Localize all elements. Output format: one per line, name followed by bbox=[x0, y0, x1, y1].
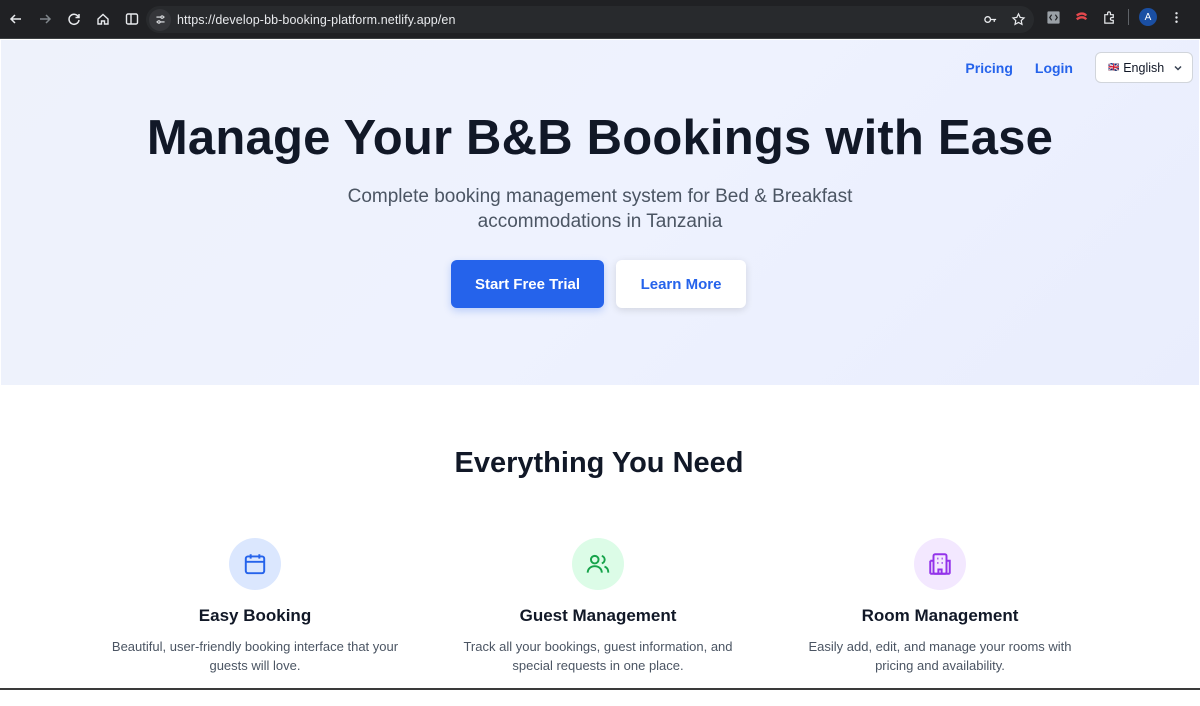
menu-kebab-icon[interactable] bbox=[1167, 8, 1185, 26]
features-title: Everything You Need bbox=[454, 447, 744, 479]
calendar-icon bbox=[244, 554, 266, 575]
side-panel-button[interactable] bbox=[119, 6, 145, 32]
feature-title: Room Management bbox=[861, 606, 1019, 625]
chevron-down-icon bbox=[1174, 65, 1182, 71]
hero-title: Manage Your B&B Bookings with Ease bbox=[146, 111, 1054, 165]
reload-icon bbox=[68, 13, 80, 26]
feature-icon-circle bbox=[914, 538, 966, 590]
home-button[interactable] bbox=[90, 6, 116, 32]
login-link[interactable]: Login bbox=[1035, 60, 1073, 76]
hero-subtitle: Complete booking management system for B… bbox=[347, 186, 853, 232]
learn-more-button[interactable]: Learn More bbox=[616, 260, 746, 308]
site-info-icon[interactable] bbox=[149, 8, 171, 31]
side-panel-icon bbox=[125, 13, 139, 25]
feature-description: Track all your bookings, guest informati… bbox=[463, 639, 733, 673]
feature-description: Easily add, edit, and manage your rooms … bbox=[808, 639, 1072, 673]
users-icon bbox=[586, 554, 610, 573]
language-label: English bbox=[1123, 60, 1165, 75]
top-navigation: Pricing Login 🇬🇧 English bbox=[965, 52, 1193, 83]
feature-icon-circle bbox=[572, 538, 624, 590]
address-bar[interactable]: https://develop-bb-booking-platform.netl… bbox=[146, 6, 1034, 33]
feature-title: Easy Booking bbox=[198, 606, 312, 625]
feature-easy-booking: Easy Booking Beautiful, user-friendly bo… bbox=[105, 538, 405, 675]
start-free-trial-button[interactable]: Start Free Trial bbox=[451, 260, 604, 308]
hero-section: Pricing Login 🇬🇧 English Manage Your B&B… bbox=[1, 40, 1199, 385]
language-select[interactable]: 🇬🇧 English bbox=[1095, 52, 1193, 83]
feature-room-management: Room Management Easily add, edit, and ma… bbox=[790, 538, 1090, 675]
devtools-extension-icon[interactable] bbox=[1044, 8, 1062, 26]
url-text: https://develop-bb-booking-platform.netl… bbox=[177, 12, 456, 27]
feature-description: Beautiful, user-friendly booking interfa… bbox=[111, 639, 399, 673]
forward-button[interactable] bbox=[32, 6, 58, 32]
browser-toolbar: https://develop-bb-booking-platform.netl… bbox=[0, 0, 1200, 39]
toolbar-divider bbox=[1128, 9, 1129, 25]
feature-guest-management: Guest Management Track all your bookings… bbox=[448, 538, 748, 675]
window-bottom-edge bbox=[0, 688, 1200, 690]
pricing-link[interactable]: Pricing bbox=[965, 60, 1012, 76]
feature-title: Guest Management bbox=[519, 606, 677, 625]
reload-button[interactable] bbox=[61, 6, 87, 32]
back-arrow-icon bbox=[9, 14, 21, 24]
password-key-icon[interactable] bbox=[980, 9, 1000, 29]
building-icon bbox=[929, 553, 951, 575]
back-button[interactable] bbox=[3, 6, 29, 32]
uk-flag-icon: 🇬🇧 bbox=[1108, 62, 1120, 72]
home-icon bbox=[97, 13, 109, 25]
forward-arrow-icon bbox=[40, 14, 52, 24]
feature-icon-circle bbox=[229, 538, 281, 590]
red-extension-icon[interactable] bbox=[1072, 8, 1090, 26]
profile-avatar[interactable]: A bbox=[1139, 8, 1157, 26]
extensions-puzzle-icon[interactable] bbox=[1100, 8, 1118, 26]
bookmark-star-icon[interactable] bbox=[1008, 9, 1028, 29]
